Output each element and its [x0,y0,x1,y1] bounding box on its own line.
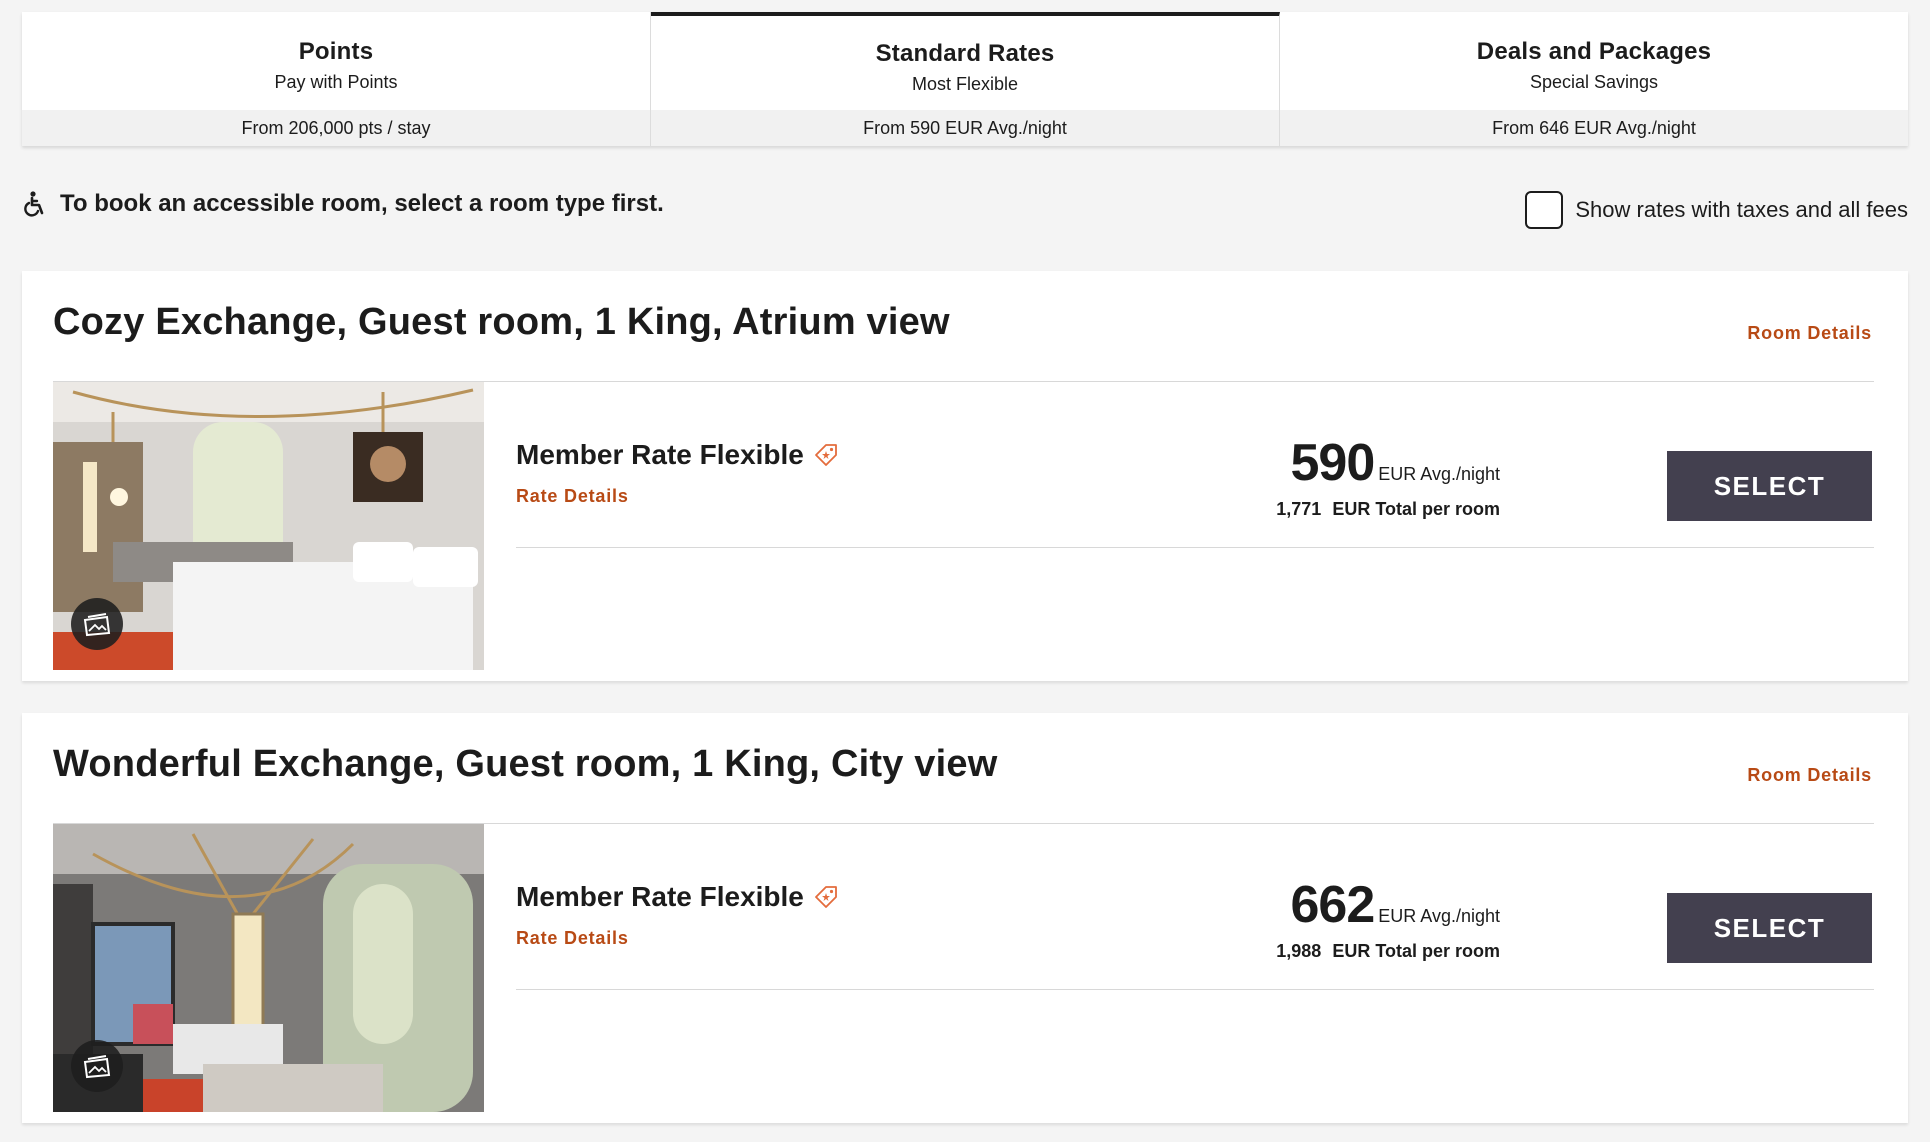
tab-header: Standard Rates Most Flexible [651,16,1279,110]
total-price: 1,988 EUR Total per room [1276,941,1500,962]
taxes-fees-checkbox[interactable] [1525,191,1564,229]
price-line: 590 EUR Avg./night [1276,437,1500,489]
tab-subtitle: Pay with Points [274,71,398,92]
tab-price: From 206,000 pts / stay [22,110,650,146]
photo-gallery-icon [83,613,111,637]
divider [516,989,1874,990]
wheelchair-icon [24,191,44,217]
rate-details-link[interactable]: Rate Details [516,486,629,507]
tab-header: Points Pay with Points [22,12,650,110]
tab-standard-rates[interactable]: Standard Rates Most Flexible From 590 EU… [651,12,1280,146]
tab-price: From 646 EUR Avg./night [1280,110,1908,146]
select-button[interactable]: SELECT [1667,893,1872,963]
price-block: 662 EUR Avg./night 1,988 EUR Total per r… [1276,879,1500,962]
taxes-fees-label: Show rates with taxes and all fees [1575,197,1908,222]
accessibility-note-text: To book an accessible room, select a roo… [60,190,664,217]
tab-points[interactable]: Points Pay with Points From 206,000 pts … [22,12,651,146]
rate-name-text: Member Rate Flexible [516,439,804,470]
room-title: Wonderful Exchange, Guest room, 1 King, … [53,743,998,785]
rate-name-text: Member Rate Flexible [516,881,804,912]
tab-header: Deals and Packages Special Savings [1280,12,1908,110]
tab-price: From 590 EUR Avg./night [651,110,1279,146]
total-label: EUR Total per room [1332,941,1500,961]
tab-deals-and-packages[interactable]: Deals and Packages Special Savings From … [1280,12,1908,146]
tab-subtitle: Most Flexible [911,73,1019,94]
room-card: Cozy Exchange, Guest room, 1 King, Atriu… [22,271,1908,681]
tab-title: Points [298,37,374,65]
price-block: 590 EUR Avg./night 1,771 EUR Total per r… [1276,437,1500,520]
price-unit: EUR Avg./night [1378,464,1500,484]
tab-subtitle: Special Savings [1529,71,1659,92]
total-price: 1,771 EUR Total per room [1276,499,1500,520]
room-card: Wonderful Exchange, Guest room, 1 King, … [22,713,1908,1123]
total-amount: 1,771 [1276,499,1322,519]
select-button[interactable]: SELECT [1667,451,1872,521]
photo-gallery-icon [83,1055,111,1079]
tab-title: Standard Rates [875,39,1055,67]
taxes-fees-toggle[interactable]: Show rates with taxes and all fees [1525,191,1908,229]
gallery-button[interactable] [71,598,123,650]
room-title: Cozy Exchange, Guest room, 1 King, Atriu… [53,301,950,343]
rate-details-link[interactable]: Rate Details [516,928,629,949]
divider [516,547,1874,548]
room-details-link[interactable]: Room Details [1747,765,1872,786]
price-unit: EUR Avg./night [1378,906,1500,926]
member-tag-icon [814,886,837,908]
total-label: EUR Total per room [1332,499,1500,519]
rate-name: Member Rate Flexible [516,439,840,471]
rate-name: Member Rate Flexible [516,881,840,913]
gallery-button[interactable] [71,1040,123,1092]
nightly-price: 662 [1290,876,1375,934]
room-details-link[interactable]: Room Details [1747,323,1872,344]
tab-title: Deals and Packages [1476,37,1712,65]
room-photo[interactable] [53,824,484,1112]
price-line: 662 EUR Avg./night [1276,879,1500,931]
rate-tabs: Points Pay with Points From 206,000 pts … [22,12,1908,146]
accessibility-note: To book an accessible room, select a roo… [24,190,664,218]
total-amount: 1,988 [1276,941,1322,961]
room-photo[interactable] [53,382,484,670]
nightly-price: 590 [1290,434,1375,492]
member-tag-icon [814,444,837,466]
